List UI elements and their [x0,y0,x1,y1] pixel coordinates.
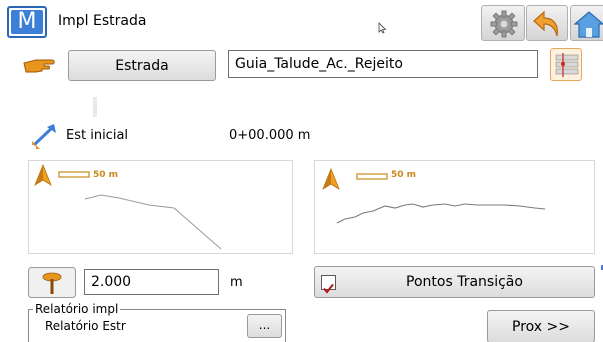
gear-icon [490,10,518,38]
scale-bar [58,171,90,178]
settings-button[interactable] [481,5,525,41]
report-group-legend: Relatório impl [33,302,121,316]
home-icon [573,11,603,38]
next-button[interactable]: Prox >> [487,310,595,342]
terrain-profile-line [336,203,546,224]
road-alignment-line [84,194,222,250]
browse-report-button[interactable]: ... [247,314,282,338]
back-arrow-icon [533,10,558,37]
profile-view-canvas [322,167,546,224]
height-unit-label: m [230,275,243,290]
start-station-label: Est inicial [66,128,129,143]
mouse-cursor-icon [378,22,387,34]
survey-pole-icon [28,267,76,298]
app-logo-letter: M [11,10,43,34]
layers-icon [555,53,579,77]
scale-bar [356,173,388,180]
start-station-value: 0+00.000 m [229,128,311,143]
plan-view-panel[interactable]: 50 m N [28,160,293,254]
app-logo-button[interactable]: M [7,6,47,38]
profile-view-panel[interactable]: 50 m H [314,160,595,254]
road-layers-button[interactable] [550,48,582,81]
report-name: Relatório Estr [45,319,126,333]
station-arrow-icon [32,124,56,149]
plan-north-label: N [39,182,46,191]
title-bar: M Impl Estrada [0,0,603,46]
select-road-button[interactable]: Estrada [68,50,216,81]
transition-points-label: Pontos Transição [406,274,523,290]
profile-north-label: H [327,186,334,195]
back-button[interactable] [526,5,568,41]
pole-height-field[interactable]: 2.000 [84,269,219,295]
pointing-hand-icon [23,59,55,73]
app-title: Impl Estrada [58,13,147,29]
plan-view-canvas [34,163,222,250]
transition-checkbox[interactable] [321,275,336,294]
plan-scale-label: 50 m [93,170,119,180]
pole-height-button[interactable] [28,267,76,298]
road-name-field[interactable]: Guia_Talude_Ac._Rejeito [228,50,538,78]
home-button[interactable] [570,5,603,41]
transition-points-button[interactable]: Pontos Transição [314,266,595,298]
divider [93,97,97,117]
checkmark-icon [323,283,334,294]
profile-scale-label: 50 m [391,170,417,180]
